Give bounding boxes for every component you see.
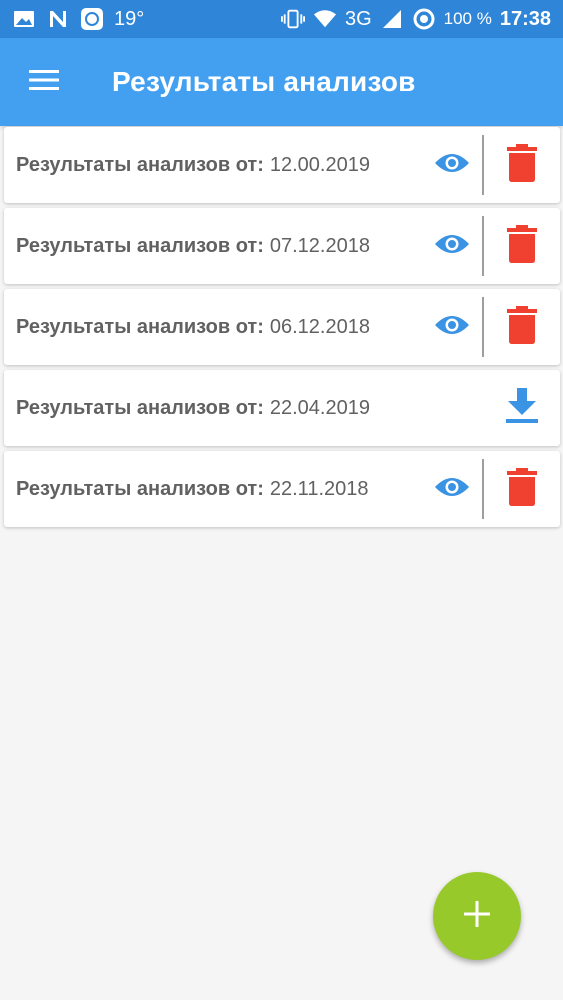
delete-button[interactable] [498, 222, 546, 270]
result-label: Результаты анализов от: [16, 234, 264, 257]
delete-button[interactable] [498, 465, 546, 513]
action-divider [482, 216, 484, 276]
view-button[interactable] [428, 222, 476, 270]
result-text: Результаты анализов от: 06.12.2018 [16, 316, 370, 339]
menu-button[interactable] [0, 38, 88, 126]
result-text: Результаты анализов от: 22.11.2018 [16, 478, 369, 501]
result-date: 06.12.2018 [269, 315, 370, 338]
plus-icon [464, 900, 490, 932]
result-card[interactable]: Результаты анализов от: 06.12.2018 [4, 289, 560, 365]
eye-icon [434, 151, 470, 180]
eye-icon [434, 475, 470, 504]
eye-icon [434, 313, 470, 342]
action-divider [482, 135, 484, 195]
result-card[interactable]: Результаты анализов от: 22.04.2019 [4, 370, 560, 446]
vibrate-icon [280, 7, 305, 31]
view-button[interactable] [428, 141, 476, 189]
download-icon [506, 387, 538, 429]
add-result-button[interactable] [433, 872, 521, 960]
trash-icon [507, 467, 537, 511]
temperature: 19° [114, 7, 145, 30]
download-button[interactable] [498, 384, 546, 432]
hamburger-menu-icon [29, 69, 59, 96]
results-list: Результаты анализов от: 12.00.2019 Резуль… [4, 127, 560, 532]
delete-button[interactable] [498, 141, 546, 189]
network-type: 3G [344, 7, 372, 30]
result-date: 22.04.2019 [269, 396, 370, 419]
clock: 17:38 [499, 7, 551, 30]
result-card[interactable]: Результаты анализов от: 07.12.2018 [4, 208, 560, 284]
result-label: Результаты анализов от: [16, 477, 264, 500]
n-icon [46, 7, 70, 31]
result-date: 07.12.2018 [269, 234, 370, 257]
result-card[interactable]: Результаты анализов от: 12.00.2019 [4, 127, 560, 203]
battery-percent: 100 % [443, 9, 492, 28]
wifi-icon [313, 7, 337, 31]
result-card[interactable]: Результаты анализов от: 22.11.2018 [4, 451, 560, 527]
action-divider [482, 459, 484, 519]
result-label: Результаты анализов от: [16, 315, 264, 338]
signal-icon [380, 7, 404, 31]
trash-icon [507, 224, 537, 268]
result-date: 12.00.2019 [269, 153, 370, 176]
result-label: Результаты анализов от: [16, 153, 264, 176]
action-divider [482, 297, 484, 357]
result-text: Результаты анализов от: 22.04.2019 [16, 397, 370, 420]
app-icon [80, 7, 104, 31]
eye-icon [434, 232, 470, 261]
result-date: 22.11.2018 [269, 477, 369, 500]
circle-icon [412, 7, 436, 31]
image-icon [12, 7, 36, 31]
app-bar: Результаты анализов [0, 38, 563, 126]
view-button[interactable] [428, 465, 476, 513]
status-bar: 19° 3G 100 % 17:38 [0, 0, 563, 38]
trash-icon [507, 143, 537, 187]
result-text: Результаты анализов от: 07.12.2018 [16, 235, 370, 258]
trash-icon [507, 305, 537, 349]
result-text: Результаты анализов от: 12.00.2019 [16, 154, 370, 177]
result-label: Результаты анализов от: [16, 396, 264, 419]
delete-button[interactable] [498, 303, 546, 351]
view-button[interactable] [428, 303, 476, 351]
page-title: Результаты анализов [112, 66, 416, 97]
